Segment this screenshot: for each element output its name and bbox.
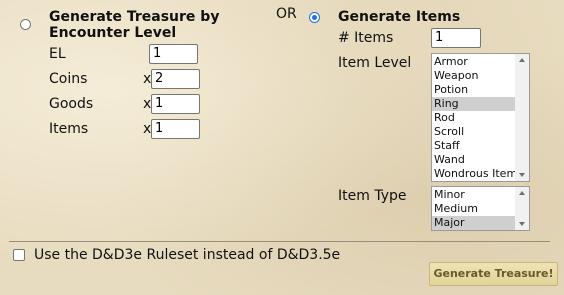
item-level-listbox[interactable]: Armor Weapon Potion Ring Rod Scroll Staf… — [431, 53, 530, 182]
goods-label: Goods — [49, 96, 94, 112]
items-heading: Generate Items — [338, 9, 461, 25]
items-input[interactable]: 1 — [151, 119, 200, 139]
item-type-scrollbar[interactable] — [515, 187, 529, 230]
item-count-input[interactable]: 1 — [431, 28, 481, 48]
section-divider — [9, 241, 550, 242]
encounter-heading: Generate Treasure by Encounter Level — [49, 9, 219, 41]
goods-input[interactable]: 1 — [151, 94, 200, 114]
generate-treasure-button[interactable]: Generate Treasure! — [429, 262, 558, 286]
scroll-down-arrow-icon[interactable] — [519, 173, 525, 177]
ruleset-checkbox[interactable] — [13, 249, 25, 261]
coins-input[interactable]: 2 — [151, 69, 200, 89]
ruleset-label: Use the D&D3e Ruleset instead of D&D3.5e — [34, 247, 341, 263]
scroll-up-arrow-icon[interactable] — [519, 58, 525, 62]
item-type-label: Item Type — [338, 188, 407, 204]
encounter-heading-line2: Encounter Level — [49, 25, 177, 41]
item-type-listbox[interactable]: Minor Medium Major — [431, 186, 530, 231]
item-level-label: Item Level — [338, 55, 412, 71]
scroll-down-arrow-icon[interactable] — [519, 222, 525, 226]
or-label: OR — [276, 6, 297, 22]
scroll-up-arrow-icon[interactable] — [519, 191, 525, 195]
el-input[interactable]: 1 — [149, 44, 198, 64]
generate-items-radio[interactable] — [309, 12, 320, 23]
item-count-label: # Items — [338, 30, 394, 46]
encounter-heading-line1: Generate Treasure by — [49, 9, 220, 25]
el-label: EL — [49, 46, 66, 62]
encounter-level-radio[interactable] — [20, 19, 31, 30]
item-level-scrollbar[interactable] — [515, 54, 529, 181]
items-label: Items — [49, 121, 89, 137]
coins-label: Coins — [49, 71, 88, 87]
